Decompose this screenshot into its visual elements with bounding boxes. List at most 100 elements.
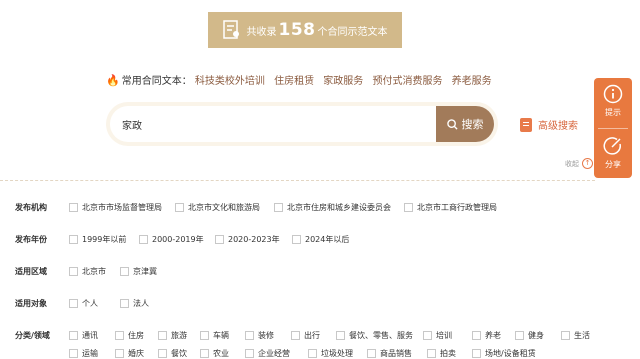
checkbox[interactable] — [308, 349, 317, 358]
share-button[interactable]: 分享 — [594, 130, 632, 178]
collapse-toggle[interactable]: 收起 ↑ — [565, 158, 593, 169]
checkbox[interactable] — [427, 349, 436, 358]
filter-option[interactable]: 京津冀 — [120, 266, 157, 277]
filter-option[interactable]: 2024年以后 — [292, 234, 349, 245]
advanced-search-label: 高级搜索 — [538, 121, 578, 132]
checkbox[interactable] — [515, 331, 524, 340]
checkbox[interactable] — [561, 331, 570, 340]
tip-button[interactable]: 提示 — [594, 78, 632, 126]
filter-label: 适用区域 — [15, 267, 47, 276]
checkbox[interactable] — [115, 331, 124, 340]
filter-option[interactable]: 住房 — [115, 330, 144, 341]
common-tag[interactable]: 养老服务 — [452, 76, 492, 87]
filter-option[interactable]: 通讯 — [69, 330, 98, 341]
checkbox[interactable] — [69, 203, 78, 212]
checkbox[interactable] — [120, 299, 129, 308]
checkbox[interactable] — [274, 203, 283, 212]
collapse-label: 收起 — [565, 159, 579, 168]
checkbox[interactable] — [69, 349, 78, 358]
divider — [0, 180, 595, 181]
common-tag[interactable]: 家政服务 — [323, 76, 363, 87]
share-icon — [603, 137, 621, 155]
filter-option[interactable]: 农业 — [200, 348, 229, 359]
filter-option[interactable]: 场地/设备租赁 — [472, 348, 536, 359]
filter-option[interactable]: 北京市市场监督管理局 — [69, 202, 162, 213]
filter-option[interactable]: 商品销售 — [367, 348, 412, 359]
banner-suffix: 个合同示范文本 — [317, 26, 388, 38]
filter-option[interactable]: 2020-2023年 — [215, 234, 280, 245]
document-icon — [222, 20, 239, 39]
checkbox[interactable] — [120, 267, 129, 276]
checkbox[interactable] — [200, 349, 209, 358]
checkbox[interactable] — [175, 203, 184, 212]
checkbox[interactable] — [139, 235, 148, 244]
filter-option[interactable]: 北京市住房和城乡建设委员会 — [274, 202, 391, 213]
filter-option[interactable]: 培训 — [423, 330, 452, 341]
checkbox[interactable] — [245, 331, 254, 340]
filter-option[interactable]: 垃圾处理 — [308, 348, 353, 359]
share-label: 分享 — [605, 160, 621, 169]
checkbox[interactable] — [158, 331, 167, 340]
advanced-search-link[interactable]: 高级搜索 — [520, 117, 578, 132]
filter-option[interactable]: 北京市工商行政管理局 — [404, 202, 497, 213]
filter-option[interactable]: 2000-2019年 — [139, 234, 204, 245]
common-contracts-label: 常用合同文本： — [121, 76, 192, 87]
checkbox[interactable] — [472, 349, 481, 358]
filter-option[interactable]: 企业经营 — [245, 348, 290, 359]
checkbox[interactable] — [158, 349, 167, 358]
filter-option[interactable]: 拍卖 — [427, 348, 456, 359]
filter-label: 分类/领域 — [15, 331, 50, 340]
filter-label: 适用对象 — [15, 299, 47, 308]
filter-option[interactable]: 车辆 — [200, 330, 229, 341]
checkbox[interactable] — [404, 203, 413, 212]
filter-option[interactable]: 旅游 — [158, 330, 187, 341]
info-icon — [603, 84, 623, 104]
filter-option[interactable]: 北京市 — [69, 266, 106, 277]
checkbox[interactable] — [245, 349, 254, 358]
checkbox[interactable] — [69, 299, 78, 308]
tip-label: 提示 — [605, 108, 621, 117]
search-icon — [446, 118, 458, 130]
common-tag[interactable]: 科技类校外培训 — [195, 76, 265, 87]
search-button-label: 搜索 — [461, 118, 484, 131]
checkbox[interactable] — [423, 331, 432, 340]
filter-option[interactable]: 法人 — [120, 298, 149, 309]
checkbox[interactable] — [69, 267, 78, 276]
filter-option[interactable]: 婚庆 — [115, 348, 144, 359]
contract-count-banner: 共收录 158 个合同示范文本 — [208, 12, 402, 48]
filter-option[interactable]: 餐饮、零售、服务 — [336, 330, 413, 341]
checkbox[interactable] — [367, 349, 376, 358]
common-contracts: 🔥 常用合同文本： 科技类校外培训 住房租赁 家政服务 预付式消费服务 养老服务 — [106, 72, 498, 87]
filter-option[interactable]: 个人 — [69, 298, 98, 309]
checkbox[interactable] — [200, 331, 209, 340]
search-button[interactable]: 搜索 — [436, 106, 494, 142]
common-tag[interactable]: 预付式消费服务 — [372, 76, 442, 87]
checkbox[interactable] — [472, 331, 481, 340]
checkbox[interactable] — [115, 349, 124, 358]
checkbox[interactable] — [69, 331, 78, 340]
checkbox[interactable] — [292, 235, 301, 244]
search-bar: 搜索 — [106, 102, 498, 146]
filter-option[interactable]: 装修 — [245, 330, 274, 341]
common-tag[interactable]: 住房租赁 — [274, 76, 314, 87]
checkbox[interactable] — [69, 235, 78, 244]
filter-option[interactable]: 生活 — [561, 330, 590, 341]
contract-count: 158 — [278, 20, 316, 40]
filter-option[interactable]: 北京市文化和旅游局 — [175, 202, 260, 213]
floating-toolbar: 提示 分享 — [594, 78, 632, 178]
filter-option[interactable]: 健身 — [515, 330, 544, 341]
filter-option[interactable]: 养老 — [472, 330, 501, 341]
checkbox[interactable] — [291, 331, 300, 340]
search-input[interactable] — [122, 106, 442, 142]
banner-prefix: 共收录 — [246, 26, 277, 38]
flame-icon: 🔥 — [106, 74, 120, 87]
filter-option[interactable]: 餐饮 — [158, 348, 187, 359]
checkbox[interactable] — [336, 331, 345, 340]
chevron-up-icon: ↑ — [582, 158, 593, 169]
checkbox[interactable] — [215, 235, 224, 244]
filter-option[interactable]: 出行 — [291, 330, 320, 341]
filter-option[interactable]: 1999年以前 — [69, 234, 126, 245]
float-divider — [598, 128, 628, 129]
advanced-search-icon — [520, 117, 532, 132]
filter-option[interactable]: 运输 — [69, 348, 98, 359]
